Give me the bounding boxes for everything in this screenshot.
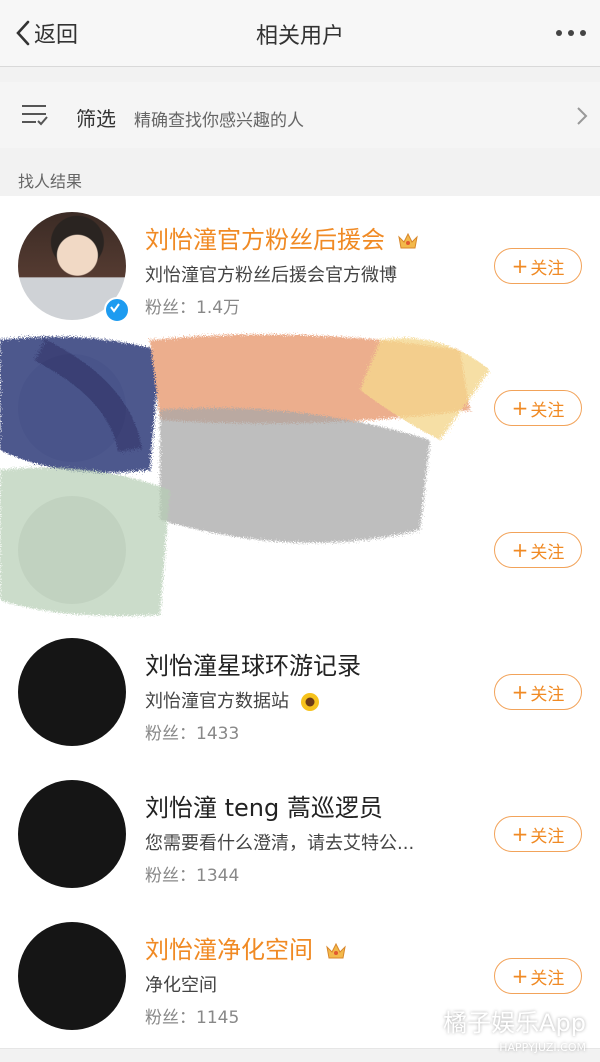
user-description: 您需要看什么澄清，请去艾特公...	[145, 833, 415, 854]
page-title: 相关用户	[255, 24, 344, 49]
list-item[interactable]: + 关注	[0, 480, 600, 623]
user-description: 刘怡潼官方粉丝后援会官方微博	[145, 265, 397, 286]
list-item[interactable]: 刘怡潼 teng 蒿巡逻员 您需要看什么澄清，请去艾特公... 粉丝：1344 …	[0, 764, 600, 907]
user-fans: 粉丝：1433	[145, 724, 240, 744]
list-item[interactable]: 刘怡潼星球环游记录 刘怡潼官方数据站 粉丝：1433 + 关注	[0, 622, 600, 765]
avatar[interactable]	[18, 922, 126, 1030]
section-label: 找人结果	[18, 172, 83, 191]
user-name[interactable]: 刘怡潼净化空间	[145, 930, 348, 965]
navigation-bar: 返回 相关用户	[0, 0, 600, 67]
avatar[interactable]	[18, 354, 126, 462]
follow-button[interactable]: + 关注	[494, 390, 582, 426]
crown-icon	[397, 232, 418, 249]
avatar[interactable]	[18, 638, 126, 746]
user-name[interactable]: 刘怡潼星球环游记录	[145, 646, 361, 681]
follow-label: 关注	[530, 400, 565, 421]
list-item[interactable]: 刘怡潼官方粉丝后援会 刘怡潼官方粉丝后援会官方微博 粉丝：1.4万 + 关注	[0, 196, 600, 339]
plus-icon: +	[511, 396, 529, 420]
follow-label: 关注	[530, 542, 565, 563]
crown-icon	[325, 942, 346, 959]
follow-label: 关注	[530, 258, 565, 279]
avatar[interactable]	[18, 780, 126, 888]
user-description: 刘怡潼官方数据站	[145, 687, 321, 713]
watermark-url: HAPPYJUZI.COM	[499, 1041, 586, 1054]
filter-bar[interactable]: 筛选 精确查找你感兴趣的人	[0, 82, 600, 148]
plus-icon: +	[511, 680, 529, 704]
sunflower-icon	[300, 693, 319, 711]
avatar[interactable]	[18, 496, 126, 604]
plus-icon: +	[511, 822, 529, 846]
follow-button[interactable]: + 关注	[494, 958, 582, 994]
plus-icon: +	[511, 964, 529, 988]
plus-icon: +	[511, 254, 529, 278]
list-item[interactable]: + 关注	[0, 338, 600, 481]
user-fans: 粉丝：1145	[145, 1008, 240, 1028]
user-name[interactable]: 刘怡潼 teng 蒿巡逻员	[145, 788, 383, 823]
user-name[interactable]: 刘怡潼官方粉丝后援会	[145, 220, 420, 255]
follow-label: 关注	[530, 684, 565, 705]
user-name-text: 刘怡潼官方粉丝后援会	[145, 226, 385, 254]
verified-badge-icon	[104, 297, 130, 323]
user-description: 净化空间	[145, 975, 217, 996]
more-options-icon[interactable]	[556, 30, 586, 36]
follow-label: 关注	[530, 968, 565, 989]
user-fans: 粉丝：1344	[145, 866, 240, 886]
filter-description: 精确查找你感兴趣的人	[134, 111, 304, 131]
user-name-text: 刘怡潼净化空间	[145, 936, 313, 964]
filter-label: 筛选	[76, 107, 116, 131]
watermark-logo: 橘子娱乐App	[443, 1009, 586, 1037]
user-description-text: 刘怡潼官方数据站	[145, 691, 289, 712]
filter-icon	[22, 105, 48, 126]
follow-button[interactable]: + 关注	[494, 248, 582, 284]
follow-button[interactable]: + 关注	[494, 532, 582, 568]
plus-icon: +	[511, 538, 529, 562]
user-fans: 粉丝：1.4万	[145, 298, 241, 318]
chevron-right-icon	[577, 107, 588, 125]
follow-button[interactable]: + 关注	[494, 816, 582, 852]
follow-button[interactable]: + 关注	[494, 674, 582, 710]
follow-label: 关注	[530, 826, 565, 847]
